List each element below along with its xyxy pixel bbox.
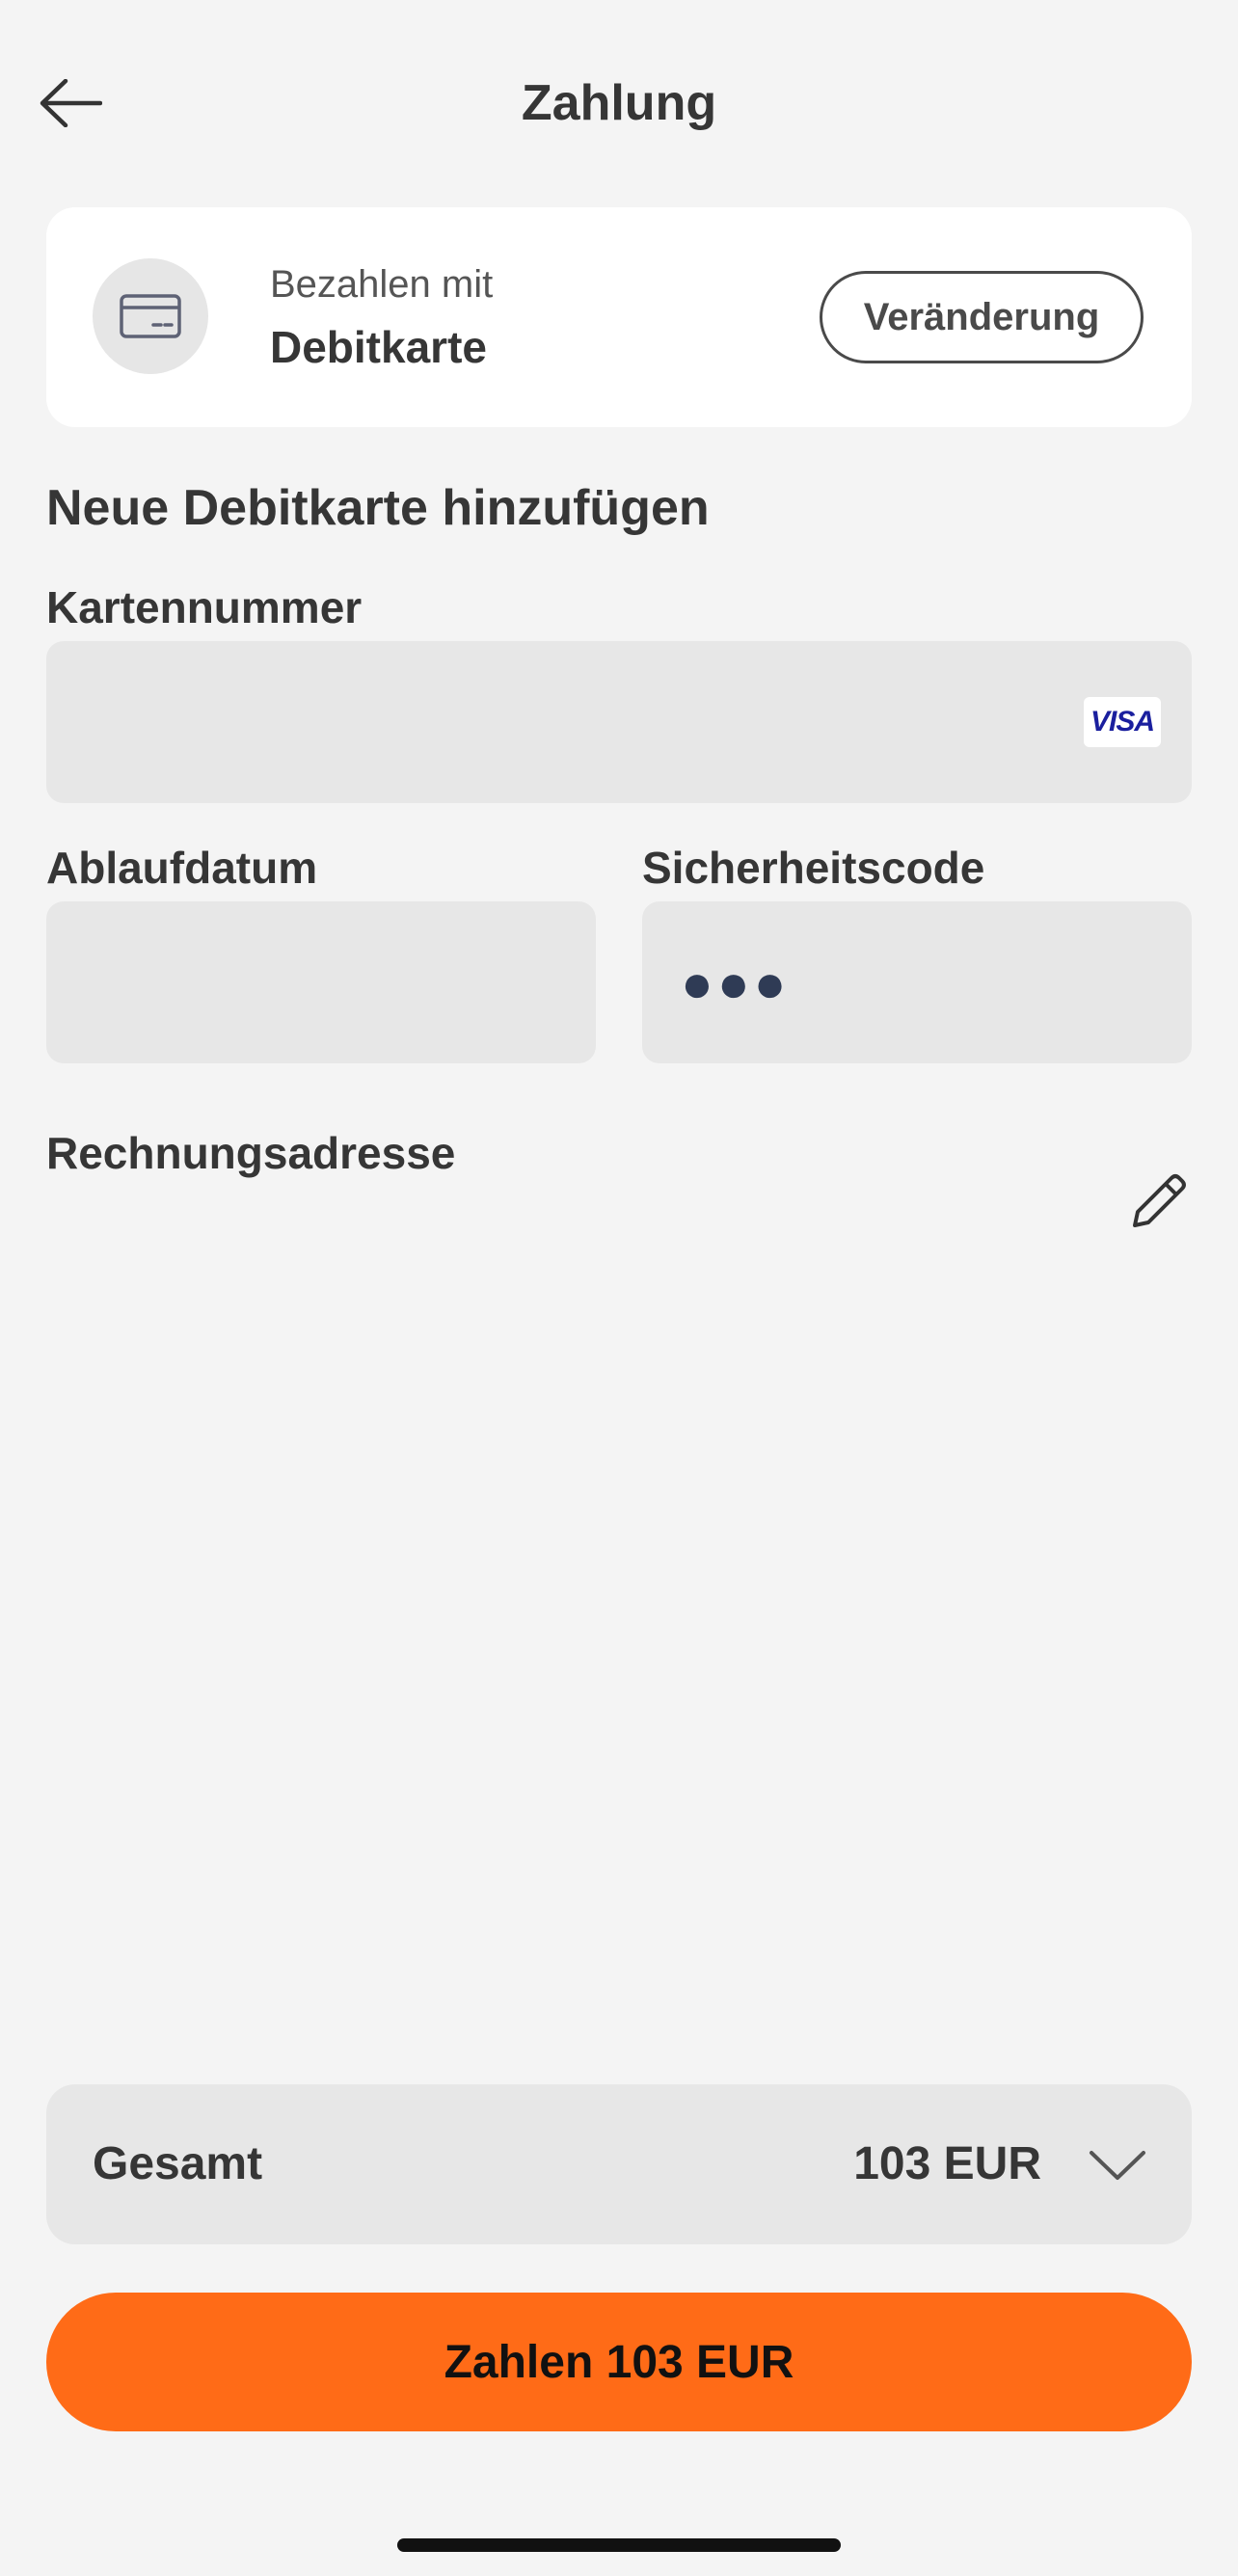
billing-address-label: Rechnungsadresse	[46, 1128, 456, 1178]
section-title: Neue Debitkarte hinzufügen	[46, 480, 710, 536]
card-number-label: Kartennummer	[46, 582, 363, 632]
card-number-field[interactable]	[46, 641, 1192, 803]
edit-billing-address-button[interactable]	[1124, 1165, 1196, 1236]
change-payment-method-button[interactable]: Veränderung	[820, 271, 1144, 363]
pay-button[interactable]: Zahlen 103 EUR	[46, 2293, 1192, 2431]
expiry-date-field[interactable]	[46, 901, 596, 1063]
pay-with-label: Bezahlen mit	[270, 263, 494, 306]
expiry-date-label: Ablaufdatum	[46, 843, 318, 893]
page-title: Zahlung	[521, 75, 717, 131]
security-code-label: Sicherheitscode	[642, 843, 985, 893]
pencil-icon	[1133, 1174, 1186, 1227]
total-amount: 103 EUR	[853, 2138, 1041, 2189]
payment-method-icon-circle	[93, 258, 208, 374]
credit-card-icon	[120, 294, 181, 338]
chevron-down-icon	[1090, 2151, 1145, 2180]
security-code-value: ●●●	[681, 952, 791, 1013]
expand-total-button[interactable]	[1086, 2138, 1149, 2192]
security-code-field[interactable]: ●●●	[642, 901, 1192, 1063]
payment-method-value: Debitkarte	[270, 322, 487, 372]
visa-logo-icon: VISA	[1084, 697, 1161, 747]
home-indicator	[397, 2538, 841, 2552]
total-label: Gesamt	[93, 2138, 263, 2189]
